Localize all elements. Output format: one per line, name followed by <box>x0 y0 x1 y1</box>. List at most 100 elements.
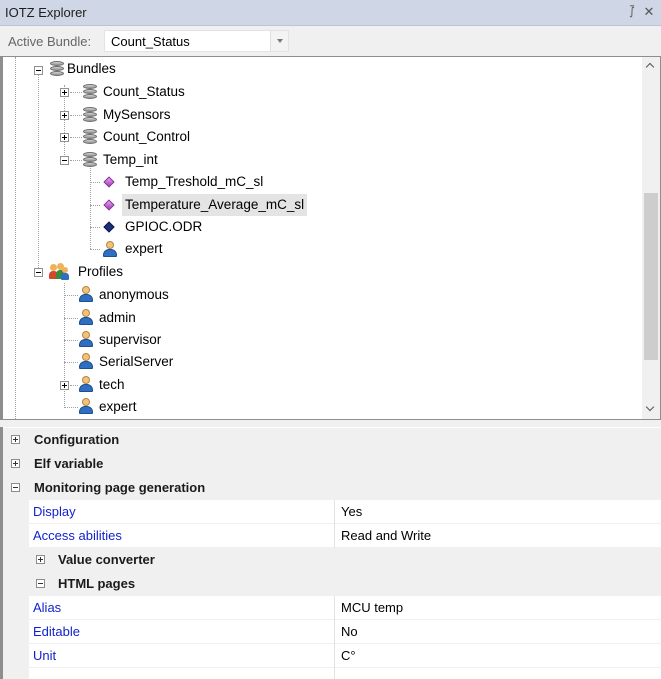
tree-node-label: expert <box>99 399 137 414</box>
tree-node-label: anonymous <box>99 287 169 302</box>
database-icon <box>83 84 98 99</box>
user-icon <box>78 353 94 369</box>
tree-node-label: GPIOC.ODR <box>125 219 203 234</box>
property-value[interactable]: MCU temp <box>341 596 403 620</box>
category-configuration[interactable]: Configuration <box>3 428 661 452</box>
property-value[interactable]: C° <box>341 644 356 668</box>
window-title: IOTZ Explorer <box>5 5 87 20</box>
tree-connector <box>70 115 82 116</box>
purple-diamond-icon <box>103 176 115 188</box>
property-key: Display <box>33 504 76 519</box>
property-row-editable[interactable]: Editable No <box>3 620 661 644</box>
panel-splitter[interactable] <box>0 420 661 427</box>
tree-connector <box>90 227 100 228</box>
category-elf-variable[interactable]: Elf variable <box>3 452 661 476</box>
scroll-down-icon[interactable] <box>642 401 660 419</box>
tree-node-label: admin <box>99 310 136 325</box>
tree-node-bundles[interactable]: Bundles <box>64 58 119 80</box>
tree-node-count-control[interactable]: Count_Control <box>100 126 193 148</box>
active-bundle-dropdown[interactable]: Count_Status <box>104 30 289 52</box>
expand-icon[interactable] <box>36 555 45 564</box>
profiles-icon <box>49 263 69 280</box>
close-icon[interactable]: ✕ <box>642 4 656 20</box>
expand-icon[interactable] <box>11 459 20 468</box>
tree-node-label: tech <box>99 377 125 392</box>
tree-node-supervisor[interactable]: supervisor <box>96 329 164 351</box>
tree-connector <box>90 182 100 183</box>
tree-vertical-scrollbar[interactable] <box>642 57 660 419</box>
collapse-icon[interactable] <box>36 579 45 588</box>
category-value-converter[interactable]: Value converter <box>3 548 661 572</box>
tree-node-expert-profile[interactable]: expert <box>96 396 140 418</box>
tree-node-label: Count_Status <box>103 84 185 99</box>
tree-node-tech[interactable]: tech <box>96 374 128 396</box>
tree-connector <box>70 385 78 386</box>
tree-connector <box>70 137 82 138</box>
tree-node-label: SerialServer <box>99 354 174 369</box>
tree-connector <box>64 362 78 363</box>
property-value[interactable]: Yes <box>341 500 362 524</box>
tree-node-serialserver[interactable]: SerialServer <box>96 351 176 373</box>
tree-node-gpioc-odr[interactable]: GPIOC.ODR <box>122 216 205 238</box>
scrollbar-thumb[interactable] <box>644 193 658 360</box>
tree-node-temp-treshold[interactable]: Temp_Treshold_mC_sl <box>122 171 266 193</box>
tree-node-label: MySensors <box>103 107 171 122</box>
title-bar: IOTZ Explorer ⨛ ✕ <box>0 0 661 26</box>
tree-node-label: Profiles <box>78 264 124 279</box>
category-label: HTML pages <box>58 576 136 591</box>
tree-node-mysensors[interactable]: MySensors <box>100 104 174 126</box>
active-bundle-bar: Active Bundle: Count_Status <box>0 26 661 56</box>
category-label: Value converter <box>58 552 155 567</box>
expand-icon[interactable] <box>11 435 20 444</box>
tree-node-anonymous[interactable]: anonymous <box>96 284 172 306</box>
tree-node-label: Temp_int <box>103 152 158 167</box>
tree-node-label: Temperature_Average_mC_sl <box>122 194 308 216</box>
tree-connector <box>64 407 78 408</box>
tree-node-count-status[interactable]: Count_Status <box>100 81 188 103</box>
chevron-down-icon[interactable] <box>270 31 288 51</box>
tree-connector <box>90 165 91 249</box>
property-value[interactable]: Read and Write <box>341 524 431 548</box>
collapse-icon[interactable] <box>11 483 20 492</box>
tree-node-temp-int[interactable]: Temp_int <box>100 149 161 171</box>
tree-connector <box>64 295 78 296</box>
property-key: Access abilities <box>33 528 122 543</box>
tree-node-profiles[interactable]: Profiles <box>75 261 126 283</box>
expand-toggle-count-status[interactable] <box>60 88 69 97</box>
scroll-up-icon[interactable] <box>642 57 660 75</box>
tree-node-temperature-average[interactable]: Temperature_Average_mC_sl <box>122 194 308 216</box>
tree-connector <box>38 74 39 272</box>
explorer-tree[interactable]: Bundles Count_Status MySensors Count_Con… <box>0 56 661 420</box>
collapse-toggle-temp-int[interactable] <box>60 156 69 165</box>
pin-icon[interactable]: ⨛ <box>626 4 638 20</box>
property-value[interactable]: No <box>341 620 358 644</box>
tree-connector <box>15 57 16 419</box>
property-row-display[interactable]: Display Yes <box>3 500 661 524</box>
tree-node-label: expert <box>125 241 163 256</box>
user-icon <box>78 286 94 302</box>
category-label: Configuration <box>34 432 120 447</box>
property-grid: Configuration Elf variable Monitoring pa… <box>0 427 661 679</box>
tree-connector <box>90 205 100 206</box>
collapse-toggle-profiles[interactable] <box>34 268 43 277</box>
user-icon <box>78 376 94 392</box>
property-row-access-abilities[interactable]: Access abilities Read and Write <box>3 524 661 548</box>
expand-toggle-tech[interactable] <box>60 381 69 390</box>
property-row-alias[interactable]: Alias MCU temp <box>3 596 661 620</box>
tree-connector <box>70 160 82 161</box>
expand-toggle-mysensors[interactable] <box>60 111 69 120</box>
category-html-pages[interactable]: HTML pages <box>3 572 661 596</box>
active-bundle-value: Count_Status <box>111 34 190 49</box>
expand-toggle-count-control[interactable] <box>60 133 69 142</box>
property-row-unit[interactable]: Unit C° <box>3 644 661 668</box>
user-icon <box>78 309 94 325</box>
purple-diamond-icon <box>103 199 115 211</box>
collapse-toggle-bundles[interactable] <box>34 66 43 75</box>
property-grid-empty-row <box>3 668 661 679</box>
tree-connector <box>64 318 78 319</box>
property-key: Unit <box>33 648 57 663</box>
category-monitoring-page-generation[interactable]: Monitoring page generation <box>3 476 661 500</box>
tree-node-expert-bundle[interactable]: expert <box>122 238 166 260</box>
database-stack-icon <box>50 61 65 76</box>
tree-node-admin[interactable]: admin <box>96 307 139 329</box>
